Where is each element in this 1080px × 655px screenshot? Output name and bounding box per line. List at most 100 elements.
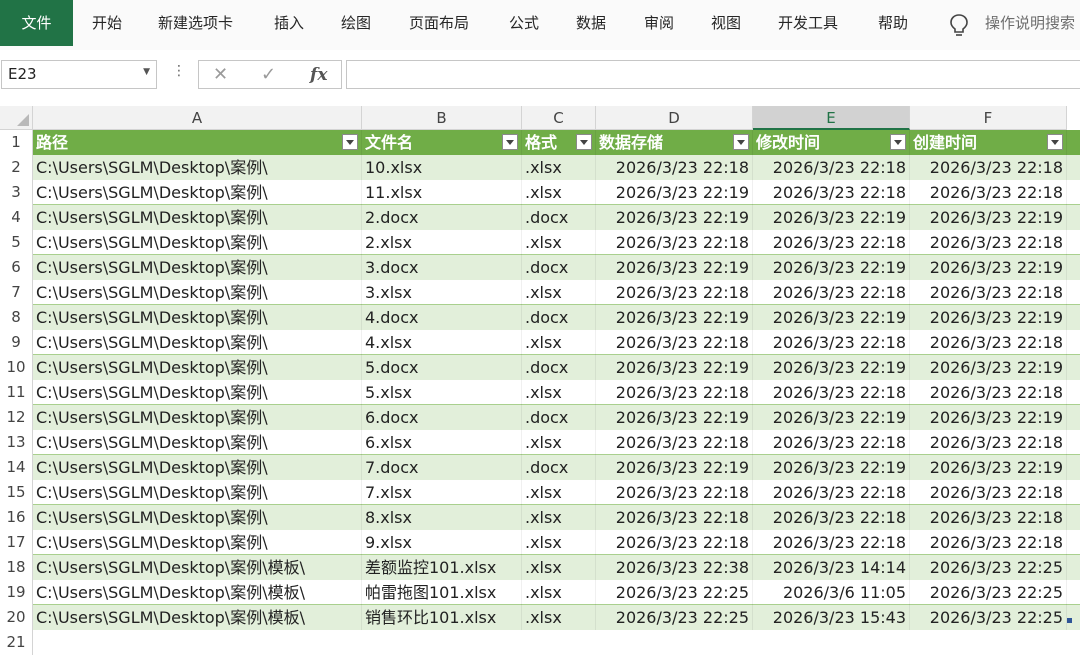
row-header-18[interactable]: 18 bbox=[0, 555, 33, 580]
row-header-16[interactable]: 16 bbox=[0, 505, 33, 530]
table-cell[interactable]: C:\Users\SGLM\Desktop\案例\ bbox=[33, 530, 362, 555]
row-header-19[interactable]: 19 bbox=[0, 580, 33, 605]
table-cell[interactable]: 2026/3/23 22:19 bbox=[753, 305, 910, 330]
table-cell[interactable]: 2026/3/23 22:18 bbox=[910, 430, 1067, 455]
table-cell[interactable]: .xlsx bbox=[522, 430, 596, 455]
table-cell[interactable]: C:\Users\SGLM\Desktop\案例\ bbox=[33, 480, 362, 505]
table-cell[interactable]: C:\Users\SGLM\Desktop\案例\ bbox=[33, 430, 362, 455]
tab-developer[interactable]: 开发工具 bbox=[778, 0, 838, 46]
name-box[interactable]: E23 ▼ bbox=[1, 60, 157, 89]
table-cell[interactable]: 2026/3/23 22:19 bbox=[753, 455, 910, 480]
table-cell[interactable]: 2026/3/23 22:18 bbox=[910, 505, 1067, 530]
table-cell[interactable]: 2026/3/23 22:19 bbox=[596, 405, 753, 430]
table-cell[interactable]: C:\Users\SGLM\Desktop\案例\ bbox=[33, 305, 362, 330]
row-header-1[interactable]: 1 bbox=[0, 130, 33, 155]
table-cell[interactable]: .xlsx bbox=[522, 480, 596, 505]
column-header-f[interactable]: F bbox=[910, 106, 1067, 130]
table-cell[interactable]: C:\Users\SGLM\Desktop\案例\ bbox=[33, 155, 362, 180]
table-cell[interactable]: 2026/3/23 22:25 bbox=[596, 605, 753, 630]
table-cell[interactable]: 2026/3/23 22:18 bbox=[596, 155, 753, 180]
tab-draw[interactable]: 绘图 bbox=[341, 0, 371, 46]
table-cell[interactable]: 2026/3/6 11:05 bbox=[753, 580, 910, 605]
table-cell[interactable]: 2026/3/23 22:18 bbox=[753, 280, 910, 305]
table-cell[interactable]: C:\Users\SGLM\Desktop\案例\ bbox=[33, 380, 362, 405]
more-options-icon[interactable]: ⋮ bbox=[172, 63, 186, 79]
table-cell[interactable]: .docx bbox=[522, 205, 596, 230]
table-cell[interactable]: C:\Users\SGLM\Desktop\案例\ bbox=[33, 505, 362, 530]
table-cell[interactable]: .xlsx bbox=[522, 230, 596, 255]
table-cell[interactable]: 2026/3/23 22:19 bbox=[753, 355, 910, 380]
table-cell[interactable]: C:\Users\SGLM\Desktop\案例\ bbox=[33, 230, 362, 255]
table-cell[interactable]: 2026/3/23 22:18 bbox=[753, 380, 910, 405]
table-cell[interactable]: 2026/3/23 22:18 bbox=[753, 480, 910, 505]
table-cell[interactable]: 2026/3/23 22:18 bbox=[753, 505, 910, 530]
table-cell[interactable]: 2026/3/23 22:19 bbox=[910, 305, 1067, 330]
table-cell[interactable]: 3.xlsx bbox=[362, 280, 522, 305]
table-cell[interactable]: 2026/3/23 15:43 bbox=[753, 605, 910, 630]
table-cell[interactable]: 2026/3/23 22:18 bbox=[753, 530, 910, 555]
row-header-3[interactable]: 3 bbox=[0, 180, 33, 205]
row-header-6[interactable]: 6 bbox=[0, 255, 33, 280]
table-cell[interactable]: 10.xlsx bbox=[362, 155, 522, 180]
table-cell[interactable]: C:\Users\SGLM\Desktop\案例\ bbox=[33, 205, 362, 230]
table-cell[interactable]: 2026/3/23 22:18 bbox=[596, 230, 753, 255]
table-cell[interactable]: 2026/3/23 22:18 bbox=[596, 280, 753, 305]
table-cell[interactable]: 2026/3/23 22:18 bbox=[910, 155, 1067, 180]
table-cell[interactable]: C:\Users\SGLM\Desktop\案例\ bbox=[33, 255, 362, 280]
table-cell[interactable]: 2026/3/23 22:19 bbox=[753, 405, 910, 430]
filter-dropdown-icon[interactable] bbox=[1047, 134, 1063, 150]
table-cell[interactable]: 差额监控101.xlsx bbox=[362, 555, 522, 580]
tab-help[interactable]: 帮助 bbox=[878, 0, 908, 46]
table-cell[interactable]: C:\Users\SGLM\Desktop\案例\ bbox=[33, 355, 362, 380]
row-header-14[interactable]: 14 bbox=[0, 455, 33, 480]
formula-input[interactable] bbox=[346, 60, 1080, 89]
row-header-5[interactable]: 5 bbox=[0, 230, 33, 255]
table-cell[interactable]: .docx bbox=[522, 305, 596, 330]
table-cell[interactable]: 6.docx bbox=[362, 405, 522, 430]
select-all-corner[interactable] bbox=[0, 106, 33, 130]
table-cell[interactable]: C:\Users\SGLM\Desktop\案例\ bbox=[33, 455, 362, 480]
table-cell[interactable]: 2026/3/23 22:18 bbox=[753, 430, 910, 455]
table-cell[interactable]: 2026/3/23 22:19 bbox=[596, 355, 753, 380]
filter-dropdown-icon[interactable] bbox=[342, 134, 358, 150]
table-cell[interactable]: 2026/3/23 22:25 bbox=[596, 580, 753, 605]
table-cell[interactable]: 2026/3/23 22:19 bbox=[910, 355, 1067, 380]
table-cell[interactable]: 2026/3/23 22:19 bbox=[910, 255, 1067, 280]
filter-dropdown-icon[interactable] bbox=[502, 134, 518, 150]
table-cell[interactable]: .xlsx bbox=[522, 380, 596, 405]
table-cell[interactable]: 7.xlsx bbox=[362, 480, 522, 505]
tab-review[interactable]: 审阅 bbox=[644, 0, 674, 46]
table-cell[interactable]: 2026/3/23 22:19 bbox=[596, 180, 753, 205]
table-cell[interactable]: 2026/3/23 22:18 bbox=[596, 330, 753, 355]
insert-function-icon[interactable]: fx bbox=[310, 65, 327, 85]
filter-dropdown-icon[interactable] bbox=[733, 134, 749, 150]
table-cell[interactable]: 2026/3/23 22:19 bbox=[753, 255, 910, 280]
table-cell[interactable]: 2026/3/23 22:25 bbox=[910, 580, 1067, 605]
row-header-2[interactable]: 2 bbox=[0, 155, 33, 180]
table-cell[interactable]: C:\Users\SGLM\Desktop\案例\模板\ bbox=[33, 580, 362, 605]
table-cell[interactable]: C:\Users\SGLM\Desktop\案例\ bbox=[33, 280, 362, 305]
tab-view[interactable]: 视图 bbox=[711, 0, 741, 46]
table-header-cell[interactable]: 文件名 bbox=[362, 130, 522, 155]
confirm-icon[interactable]: ✓ bbox=[261, 64, 276, 85]
table-cell[interactable]: 2026/3/23 22:18 bbox=[910, 380, 1067, 405]
table-cell[interactable]: 2026/3/23 22:19 bbox=[910, 405, 1067, 430]
table-cell[interactable]: .xlsx bbox=[522, 155, 596, 180]
table-cell[interactable]: .xlsx bbox=[522, 180, 596, 205]
table-cell[interactable]: 2026/3/23 22:18 bbox=[596, 380, 753, 405]
lightbulb-icon[interactable] bbox=[948, 13, 970, 37]
table-cell[interactable]: 2026/3/23 22:18 bbox=[910, 230, 1067, 255]
tab-new-tab[interactable]: 新建选项卡 bbox=[158, 0, 233, 46]
filter-dropdown-icon[interactable] bbox=[576, 134, 592, 150]
table-cell[interactable]: 2026/3/23 22:18 bbox=[910, 480, 1067, 505]
table-cell[interactable]: .xlsx bbox=[522, 330, 596, 355]
table-cell[interactable]: 2.xlsx bbox=[362, 230, 522, 255]
tab-file[interactable]: 文件 bbox=[0, 0, 73, 46]
table-cell[interactable]: 2026/3/23 22:19 bbox=[596, 455, 753, 480]
table-cell[interactable]: C:\Users\SGLM\Desktop\案例\ bbox=[33, 405, 362, 430]
row-header-15[interactable]: 15 bbox=[0, 480, 33, 505]
row-header-11[interactable]: 11 bbox=[0, 380, 33, 405]
tab-page-layout[interactable]: 页面布局 bbox=[409, 0, 469, 46]
tab-formulas[interactable]: 公式 bbox=[509, 0, 539, 46]
column-header-b[interactable]: B bbox=[362, 106, 522, 130]
